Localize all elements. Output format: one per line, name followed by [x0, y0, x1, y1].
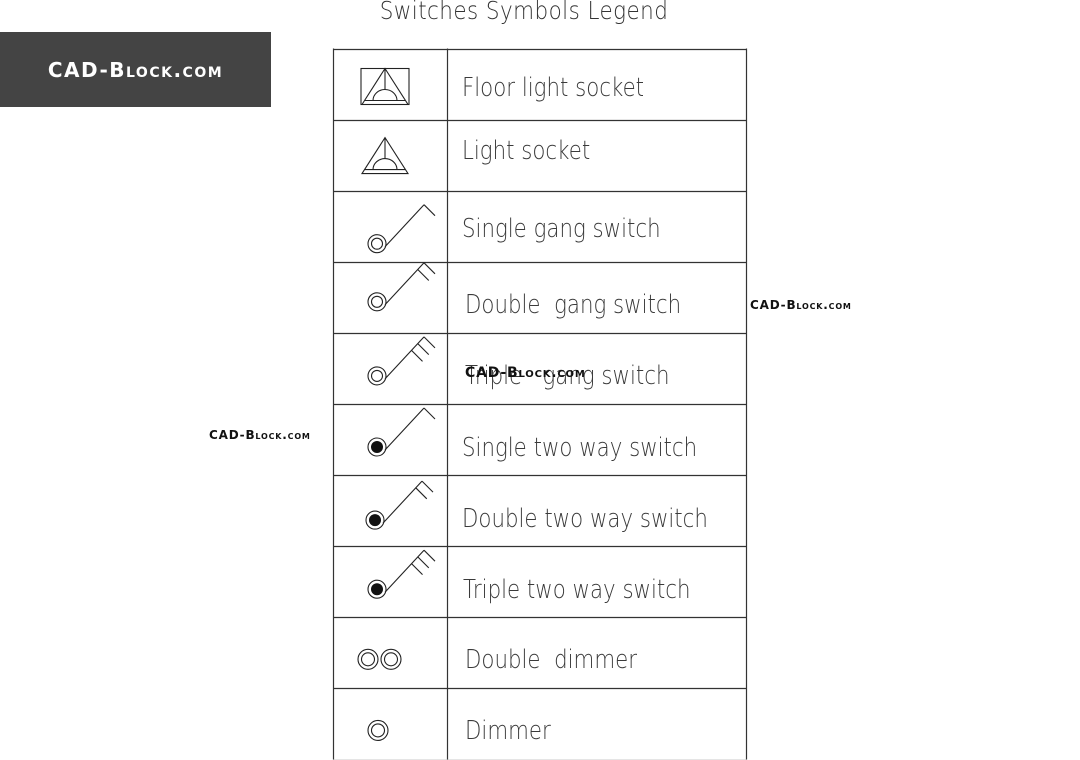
- switch-lever: [384, 204, 425, 248]
- switch-lever: [384, 407, 425, 451]
- switch-gang-tick: [423, 336, 436, 349]
- double-gang-switch-icon: [367, 262, 436, 312]
- switch-gang-tick: [411, 349, 423, 362]
- legend-row-label: Double dimmer: [465, 645, 637, 675]
- switch-lever: [384, 262, 425, 306]
- switch-gang-tick: [415, 487, 428, 500]
- legend-row-label: Dimmer: [465, 716, 551, 746]
- dimmer-inner-ring: [360, 652, 376, 667]
- switch-filled-dot: [369, 514, 381, 527]
- switch-filled-dot: [371, 583, 383, 596]
- legend-row-label: Single two way switch: [462, 433, 698, 463]
- switch-gang-tick: [423, 407, 436, 420]
- switch-gang-tick: [423, 204, 436, 217]
- watermark-center: CAD-Block.com: [465, 365, 586, 381]
- legend-row-label: Light socket: [462, 136, 591, 166]
- switch-outer-ring: [367, 366, 387, 386]
- switch-inner-ring: [370, 237, 384, 250]
- legend-row-label: Floor light socket: [462, 73, 645, 103]
- legend-row-label: Double two way switch: [462, 504, 708, 534]
- legend-row-label: Single gang switch: [462, 214, 661, 244]
- triple-two-way-switch-icon: [367, 549, 436, 599]
- floor-light-socket-icon: [360, 67, 410, 106]
- switch-inner-ring: [370, 295, 384, 308]
- switch-gang-tick: [423, 262, 436, 275]
- switch-gang-tick: [411, 563, 423, 576]
- single-two-way-switch-icon: [367, 407, 436, 457]
- legend-row-label: Triple two way switch: [463, 575, 691, 605]
- single-gang-switch-icon: [367, 204, 436, 254]
- light-socket-icon: [360, 136, 410, 175]
- switch-gang-tick: [423, 549, 436, 562]
- legend-row-label: Double gang switch: [465, 290, 682, 320]
- switch-filled-dot: [371, 441, 383, 453]
- socket-arc: [372, 158, 398, 170]
- switch-outer-ring: [367, 292, 387, 312]
- dimmer-inner-ring: [370, 723, 386, 738]
- dimmer-inner-ring: [383, 652, 399, 667]
- switch-gang-tick: [417, 343, 430, 356]
- switch-lever: [384, 549, 425, 593]
- socket-arc: [372, 88, 398, 101]
- switch-inner-ring: [370, 369, 384, 382]
- switch-outer-ring: [367, 234, 387, 254]
- dimmer-icon: [367, 719, 389, 741]
- switch-gang-tick: [421, 480, 434, 493]
- switch-gang-tick: [417, 269, 430, 281]
- double-two-way-switch-icon: [365, 480, 434, 530]
- triple-gang-switch-icon: [367, 336, 436, 386]
- switch-gang-tick: [417, 556, 430, 569]
- double-dimmer-icon: [357, 648, 402, 670]
- switch-lever: [382, 480, 423, 524]
- switch-lever: [384, 336, 425, 380]
